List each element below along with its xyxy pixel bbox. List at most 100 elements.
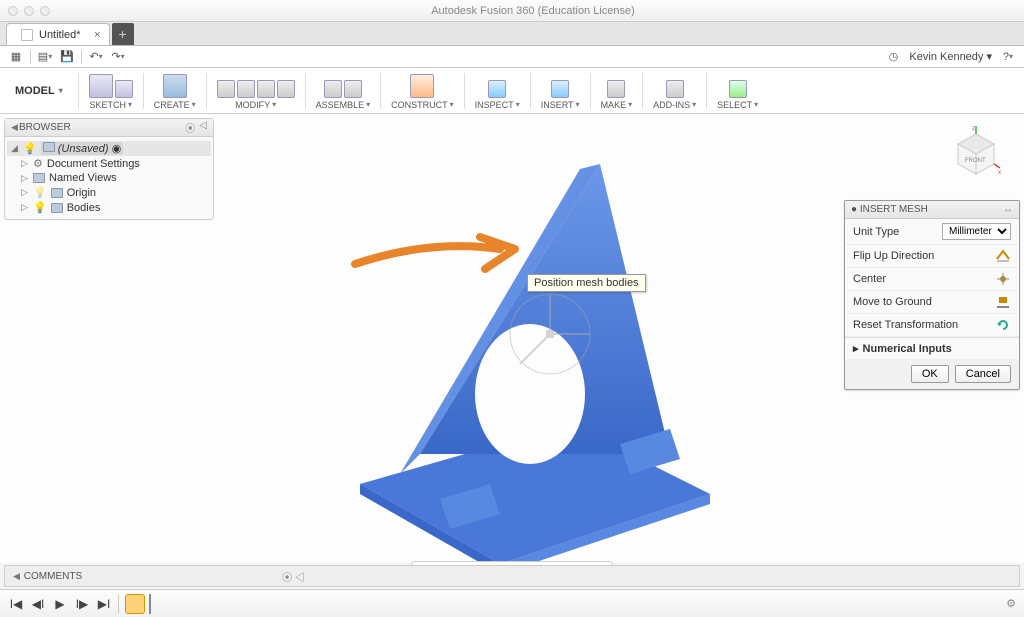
radio-icon[interactable]: ◉ — [112, 143, 122, 155]
pin-icon[interactable]: ⦿ — [185, 120, 195, 135]
maximize-window-icon[interactable] — [40, 6, 50, 16]
tooltip-text: Position mesh bodies — [534, 277, 639, 289]
collapse-icon[interactable]: ◀ — [11, 122, 19, 133]
numerical-inputs-toggle[interactable]: ▸ Numerical Inputs — [845, 337, 1019, 359]
sketch-group[interactable]: SKETCH▾ — [85, 70, 137, 112]
app-title: Autodesk Fusion 360 (Education License) — [50, 5, 1016, 17]
expand-icon[interactable]: ▷ — [21, 158, 29, 169]
workspace-label: MODEL — [15, 85, 55, 97]
move-ground-label: Move to Ground — [853, 296, 932, 308]
flip-row[interactable]: Flip Up Direction — [845, 245, 1019, 268]
close-window-icon[interactable] — [8, 6, 18, 16]
timeline-end-icon[interactable]: ▶I — [96, 596, 112, 612]
svg-text:x: x — [998, 170, 1001, 176]
inspect-label: INSPECT — [475, 100, 514, 110]
timeline-playhead[interactable] — [149, 594, 151, 614]
timeline-start-icon[interactable]: I◀ — [8, 596, 24, 612]
addins-group[interactable]: ADD-INS▾ — [649, 70, 700, 112]
timeline: I◀ ◀I ▶ I▶ ▶I ⚙ — [0, 589, 1024, 617]
viewcube-face-label: FRONT — [965, 158, 986, 164]
undo-icon[interactable]: ↶▾ — [88, 49, 104, 65]
tree-item-doc-settings[interactable]: ▷ ⚙ Document Settings — [7, 156, 211, 171]
window-controls — [8, 6, 50, 16]
collapse-icon[interactable]: ◀ — [13, 571, 21, 582]
browser-panel: ◀ BROWSER ⦿◁ ◢ 💡 (Unsaved) ◉ ▷ ⚙ Documen… — [4, 118, 214, 220]
job-status-icon[interactable]: ◷ — [885, 49, 901, 65]
tree-item-named-views[interactable]: ▷ Named Views — [7, 171, 211, 185]
reset-row[interactable]: Reset Transformation — [845, 314, 1019, 337]
data-panel-icon[interactable]: ▦ — [8, 49, 24, 65]
insert-mesh-header[interactable]: ● INSERT MESH ↔ — [845, 201, 1019, 219]
modify-group[interactable]: MODIFY▾ — [213, 70, 299, 112]
gear-icon: ⚙ — [33, 157, 43, 170]
help-icon[interactable]: ?▾ — [1000, 49, 1016, 65]
reset-label: Reset Transformation — [853, 319, 958, 331]
svg-text:z: z — [972, 126, 975, 132]
make-label: MAKE — [601, 100, 627, 110]
timeline-prev-icon[interactable]: ◀I — [30, 596, 46, 612]
insert-mesh-footer: OK Cancel — [845, 359, 1019, 389]
make-group[interactable]: MAKE▾ — [597, 70, 637, 112]
comments-title: COMMENTS — [24, 571, 82, 582]
expand-icon[interactable]: ▷ — [21, 187, 29, 198]
document-tab[interactable]: Untitled* × — [6, 23, 110, 45]
browser-tree: ◢ 💡 (Unsaved) ◉ ▷ ⚙ Document Settings ▷ … — [5, 137, 213, 219]
timeline-settings-icon[interactable]: ⚙ — [1006, 597, 1016, 610]
redo-icon[interactable]: ↷▾ — [110, 49, 126, 65]
view-cube[interactable]: FRONT x z — [948, 124, 1004, 180]
folder-icon — [51, 188, 63, 198]
ok-button[interactable]: OK — [911, 365, 949, 383]
close-tab-icon[interactable]: × — [94, 29, 100, 41]
visibility-icon[interactable]: 💡 — [33, 201, 47, 214]
visibility-icon[interactable]: 💡 — [23, 142, 37, 155]
named-views-label: Named Views — [49, 172, 117, 184]
comments-panel[interactable]: ◀ COMMENTS ⦿ ◁ — [4, 565, 1020, 587]
chevron-right-icon: ▸ — [853, 342, 859, 355]
expand-panel-icon[interactable]: ↔ — [1003, 204, 1013, 215]
save-icon[interactable]: 💾 — [59, 49, 75, 65]
pin-icon[interactable]: ⦿ ◁ — [282, 569, 305, 584]
close-panel-icon[interactable]: ◁ — [199, 120, 207, 135]
new-tab-button[interactable]: + — [112, 23, 134, 45]
center-label: Center — [853, 273, 886, 285]
root-label: (Unsaved) — [58, 143, 109, 155]
insert-mesh-panel: ● INSERT MESH ↔ Unit Type Millimeter Fli… — [844, 200, 1020, 390]
create-group[interactable]: CREATE▾ — [150, 70, 200, 112]
select-group[interactable]: SELECT▾ — [713, 70, 762, 112]
file-menu-icon[interactable]: ▤▾ — [37, 49, 53, 65]
flip-icon — [995, 249, 1011, 263]
assemble-group[interactable]: ASSEMBLE▾ — [312, 70, 375, 112]
timeline-next-icon[interactable]: I▶ — [74, 596, 90, 612]
expand-icon[interactable]: ▷ — [21, 202, 29, 213]
tree-item-bodies[interactable]: ▷ 💡 Bodies — [7, 200, 211, 215]
move-ground-row[interactable]: Move to Ground — [845, 291, 1019, 314]
construct-group[interactable]: CONSTRUCT▾ — [387, 70, 458, 112]
user-menu[interactable]: Kevin Kennedy ▾ — [909, 50, 992, 63]
center-row[interactable]: Center — [845, 268, 1019, 291]
reset-icon — [995, 318, 1011, 332]
visibility-off-icon[interactable]: 💡 — [33, 186, 47, 199]
move-gizmo[interactable] — [500, 284, 600, 384]
select-label: SELECT — [717, 100, 752, 110]
document-tabs: Untitled* × + — [0, 22, 1024, 46]
unit-type-row: Unit Type Millimeter — [845, 219, 1019, 245]
insert-group[interactable]: INSERT▾ — [537, 70, 584, 112]
tree-root[interactable]: ◢ 💡 (Unsaved) ◉ — [7, 141, 211, 156]
inspect-group[interactable]: INSPECT▾ — [471, 70, 524, 112]
workspace-selector[interactable]: MODEL ▾ — [6, 78, 72, 104]
timeline-play-icon[interactable]: ▶ — [52, 596, 68, 612]
ribbon-toolbar: MODEL ▾ SKETCH▾ CREATE▾ MODIFY▾ ASSEMBLE… — [0, 68, 1024, 114]
bodies-label: Bodies — [67, 202, 101, 214]
minimize-window-icon[interactable] — [24, 6, 34, 16]
flip-label: Flip Up Direction — [853, 250, 934, 262]
browser-header[interactable]: ◀ BROWSER ⦿◁ — [5, 119, 213, 137]
folder-icon — [33, 173, 45, 183]
timeline-feature-icon[interactable] — [125, 594, 145, 614]
component-icon — [43, 142, 55, 152]
cancel-button[interactable]: Cancel — [955, 365, 1011, 383]
tree-item-origin[interactable]: ▷ 💡 Origin — [7, 185, 211, 200]
expand-icon[interactable]: ◢ — [11, 143, 19, 154]
unit-type-select[interactable]: Millimeter — [942, 223, 1011, 240]
expand-icon[interactable]: ▷ — [21, 173, 29, 184]
construct-label: CONSTRUCT — [391, 100, 448, 110]
